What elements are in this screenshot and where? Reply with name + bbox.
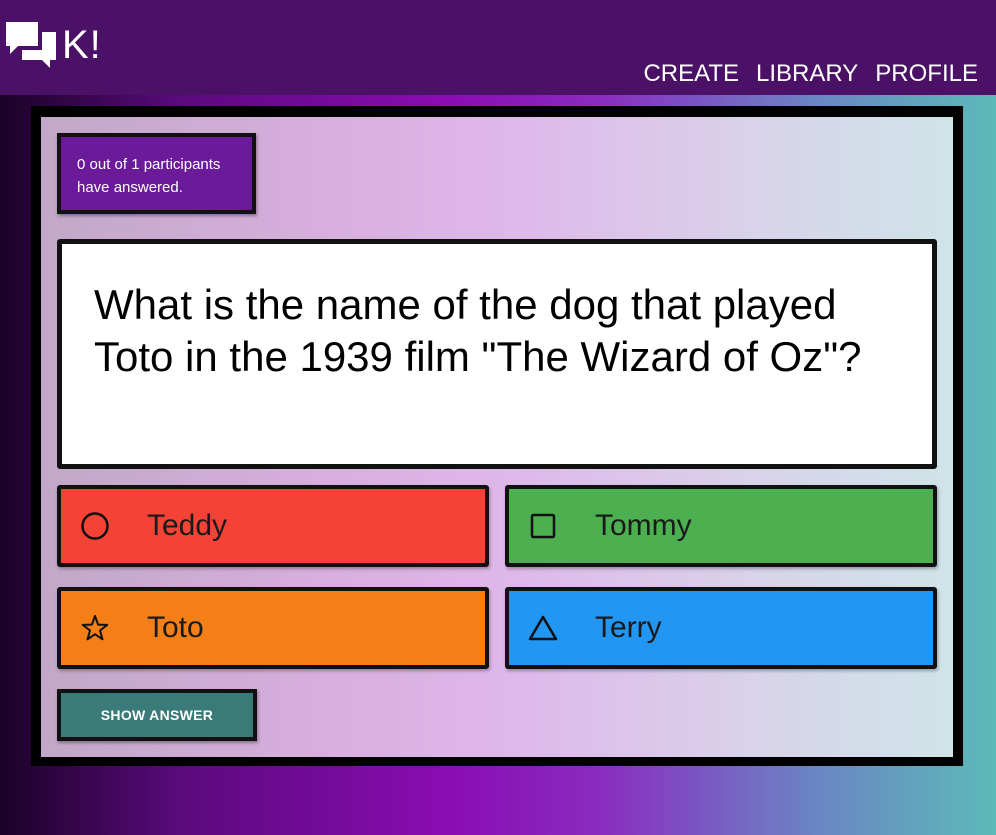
- triangle-icon: [528, 615, 558, 641]
- answer-option-tommy[interactable]: Tommy: [505, 485, 937, 567]
- question-text: What is the name of the dog that played …: [57, 239, 937, 469]
- logo[interactable]: K!: [4, 20, 102, 70]
- show-answer-button[interactable]: Show Answer: [57, 689, 257, 741]
- answer-label: Toto: [147, 611, 204, 644]
- main-nav: CREATE LIBRARY PROFILE: [643, 62, 978, 86]
- chat-bubbles-icon: [6, 22, 56, 68]
- answer-option-terry[interactable]: Terry: [505, 587, 937, 669]
- nav-library[interactable]: LIBRARY: [756, 62, 858, 86]
- circle-icon: [81, 512, 109, 540]
- participants-status: 0 out of 1 participants have answered.: [57, 133, 256, 214]
- nav-profile[interactable]: PROFILE: [875, 62, 978, 86]
- top-navbar: K! CREATE LIBRARY PROFILE: [0, 0, 996, 95]
- answer-option-toto[interactable]: Toto: [57, 587, 489, 669]
- square-icon: [530, 513, 556, 539]
- game-frame: 0 out of 1 participants have answered. W…: [31, 106, 963, 766]
- star-icon: [81, 615, 109, 641]
- answer-label: Tommy: [595, 509, 692, 542]
- nav-create[interactable]: CREATE: [643, 62, 739, 86]
- question-panel: 0 out of 1 participants have answered. W…: [41, 117, 953, 757]
- logo-text: K!: [62, 23, 102, 67]
- answer-option-teddy[interactable]: Teddy: [57, 485, 489, 567]
- answer-label: Terry: [595, 611, 662, 644]
- answer-label: Teddy: [147, 509, 228, 542]
